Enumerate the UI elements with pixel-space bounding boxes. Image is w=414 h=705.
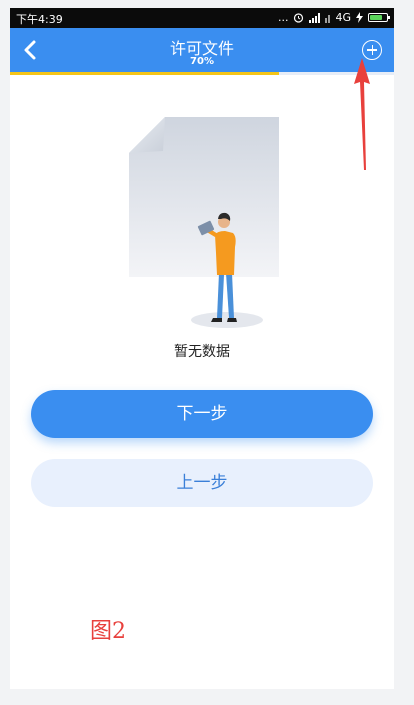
battery-icon xyxy=(368,13,390,22)
signal-bars-icon-2 xyxy=(325,13,331,23)
signal-bars-icon xyxy=(309,12,321,23)
next-step-button[interactable]: 下一步 xyxy=(31,390,373,438)
progress-bar-fill xyxy=(10,72,279,75)
empty-state-message: 暂无数据 xyxy=(174,344,230,360)
status-icons: ... 4G xyxy=(277,11,390,24)
progress-percent: 70% xyxy=(190,56,214,67)
network-type: 4G xyxy=(335,11,351,24)
ground-shadow xyxy=(191,312,263,328)
status-time: 下午4:39 xyxy=(16,13,63,26)
plus-circle-icon[interactable] xyxy=(362,40,382,60)
empty-state-illustration xyxy=(129,117,279,328)
red-arrow-annotation xyxy=(354,58,370,170)
document-folded-corner xyxy=(129,117,165,153)
figure-label: 图2 xyxy=(90,619,126,644)
nav-bar: 许可文件 70% xyxy=(10,28,394,72)
more-dots: ... xyxy=(277,11,289,24)
alarm-clock-icon xyxy=(294,13,304,23)
phone-screen: 下午4:39 ... 4G 许可文件 70% 暂无数据 下一步 上一步 图2 xyxy=(10,8,394,689)
lightning-icon xyxy=(356,12,363,23)
progress-bar xyxy=(10,72,394,75)
status-bar: 下午4:39 ... 4G xyxy=(10,8,394,28)
previous-step-button[interactable]: 上一步 xyxy=(31,459,373,507)
